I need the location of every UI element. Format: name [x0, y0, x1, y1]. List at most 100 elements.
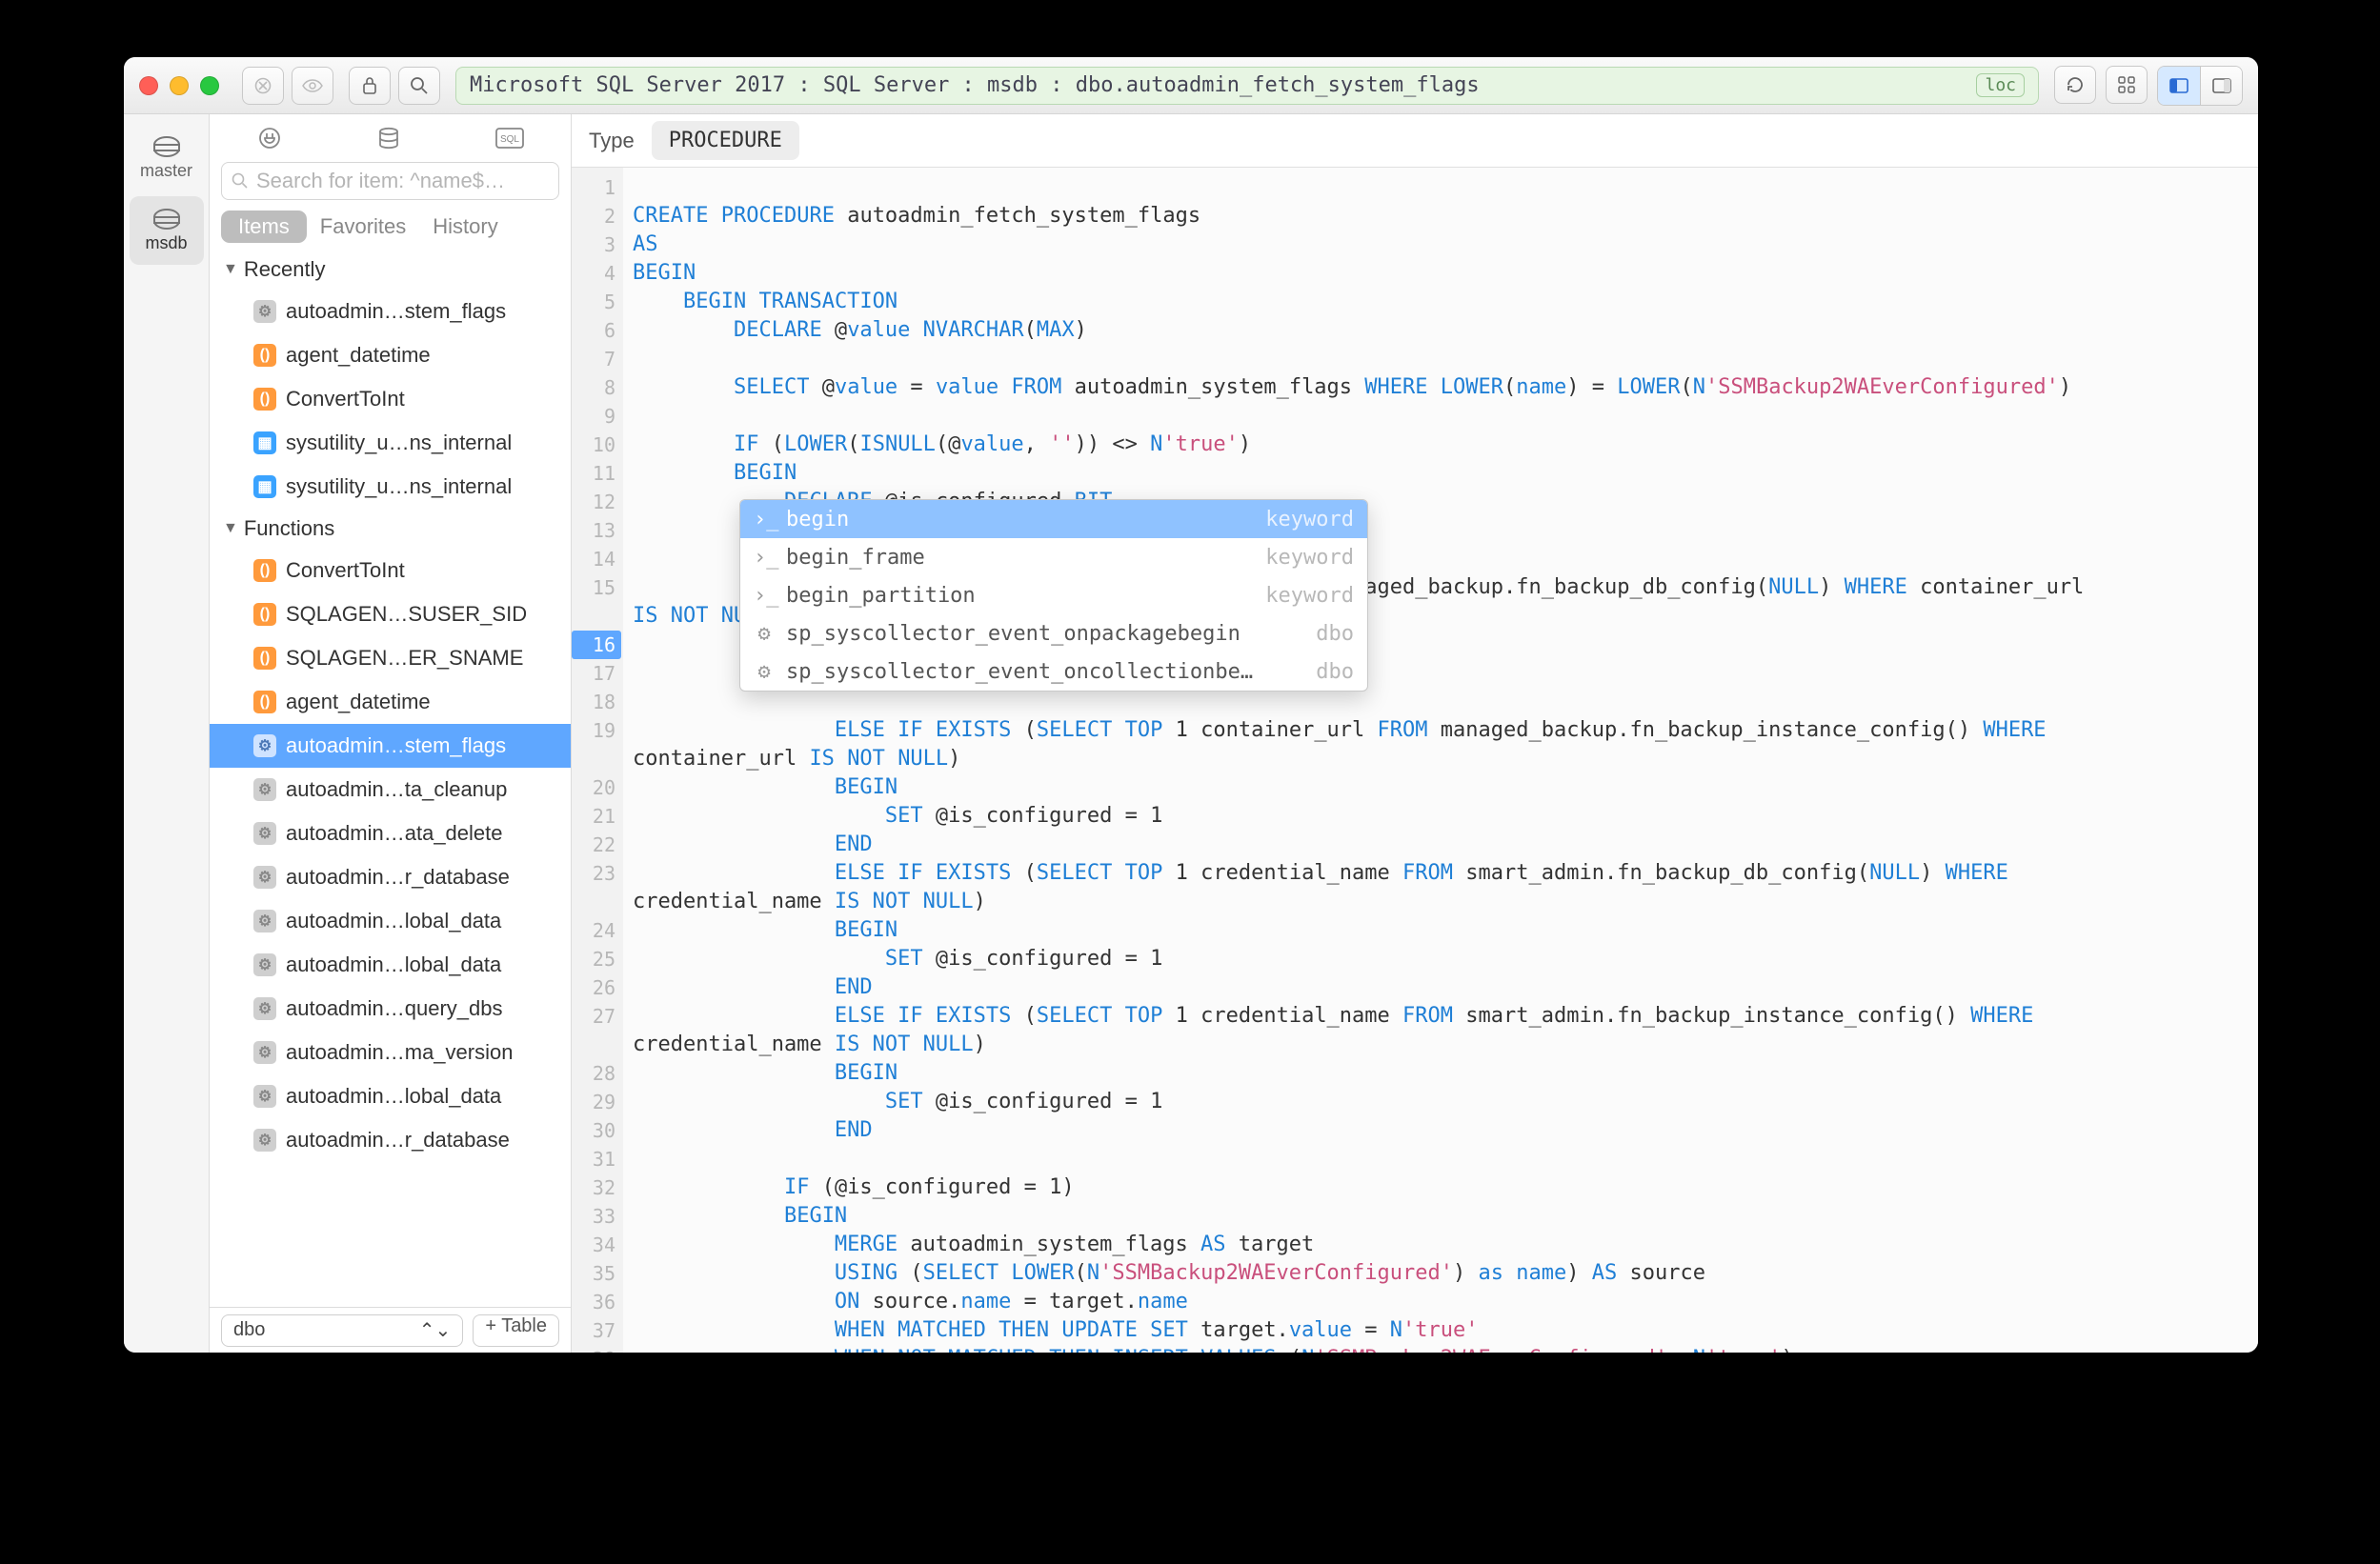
completion-item[interactable]: ›_begin_framekeyword [740, 538, 1367, 576]
tree-item[interactable]: ⚙autoadmin…ta_cleanup [210, 768, 571, 812]
completion-label: begin [786, 508, 849, 531]
completion-item[interactable]: ›_ begin keyword [740, 500, 1367, 538]
tree-item[interactable]: ▦ sysutility_u…ns_internal [210, 465, 571, 509]
search-placeholder: Search for item: ^name$… [256, 169, 505, 193]
db-label: master [140, 161, 192, 181]
code-editor[interactable]: 123456789101112131415 16171819 20212223 … [572, 168, 2258, 1353]
tree-item[interactable]: ⚙autoadmin…stem_flags [210, 290, 571, 333]
tree-item[interactable]: () agent_datetime [210, 333, 571, 377]
autocomplete-popup[interactable]: ›_beginkeyword›_begin_framekeyword›_begi… [739, 499, 1368, 692]
procedure-icon: ⚙ [253, 822, 276, 845]
tree-item-label: agent_datetime [286, 343, 431, 368]
app-window: Microsoft SQL Server 2017 : SQL Server :… [124, 57, 2258, 1353]
db-master[interactable]: master [130, 124, 204, 192]
completion-item[interactable]: ›_begin_partitionkeyword [740, 576, 1367, 614]
procedure-icon: ⚙ [253, 953, 276, 976]
completion-label: begin_partition [786, 584, 976, 608]
function-icon: () [253, 344, 276, 367]
procedure-icon: ⚙ [253, 997, 276, 1020]
function-icon: () [253, 559, 276, 582]
completion-kind: keyword [1265, 508, 1354, 531]
completion-item[interactable]: ⚙sp_syscollector_event_onpackagebegindbo [740, 614, 1367, 652]
tree-item-label: autoadmin…stem_flags [286, 299, 506, 324]
tree-section-functions[interactable]: ▼Functions [210, 509, 571, 549]
tree-item[interactable]: ⚙autoadmin…lobal_data [210, 899, 571, 943]
sql-icon[interactable]: SQL [495, 128, 524, 149]
add-table-button[interactable]: + Table [473, 1314, 559, 1347]
nav-bottom-bar: dbo ⌃⌄ + Table [210, 1307, 571, 1353]
panel-left-toggle[interactable] [2158, 67, 2200, 105]
window-controls [139, 76, 227, 95]
database-icon[interactable] [376, 126, 401, 150]
tree-item[interactable]: ⚙autoadmin…r_database [210, 855, 571, 899]
tree-item[interactable]: ⚙autoadmin…ma_version [210, 1031, 571, 1074]
disclosure-triangle-icon: ▼ [223, 520, 238, 537]
search-button[interactable] [398, 67, 440, 105]
tree-item-label: autoadmin…ma_version [286, 1040, 513, 1065]
tree-item[interactable]: ⚙autoadmin…lobal_data [210, 1074, 571, 1118]
tree-item-label: sysutility_u…ns_internal [286, 431, 512, 455]
completion-item[interactable]: ⚙sp_syscollector_event_oncollectionbe…db… [740, 652, 1367, 691]
object-tree: ▼Recently⚙autoadmin…stem_flags()agent_da… [210, 246, 571, 1307]
code-area[interactable]: CREATE PROCEDURE autoadmin_fetch_system_… [623, 168, 2258, 1353]
tree-item[interactable]: ()SQLAGEN…ER_SNAME [210, 636, 571, 680]
completion-kind: keyword [1265, 584, 1354, 608]
main-panel: Type PROCEDURE 123456789101112131415 161… [572, 114, 2258, 1353]
location-badge: loc [1976, 73, 2025, 97]
line-gutter: 123456789101112131415 16171819 20212223 … [572, 168, 623, 1353]
tree-item[interactable]: () ConvertToInt [210, 377, 571, 421]
grid-button[interactable] [2106, 66, 2148, 104]
tree-section-recently[interactable]: ▼Recently [210, 250, 571, 290]
schema-select[interactable]: dbo ⌃⌄ [221, 1314, 463, 1347]
minimize-window-button[interactable] [170, 76, 189, 95]
procedure-icon: ⚙ [253, 910, 276, 932]
close-window-button[interactable] [139, 76, 158, 95]
tree-item[interactable]: ()agent_datetime [210, 680, 571, 724]
tree-item[interactable]: ⚙ autoadmin…lobal_data [210, 943, 571, 987]
search-input[interactable]: Search for item: ^name$… [221, 162, 559, 200]
tree-item[interactable]: ⚙autoadmin…stem_flags [210, 724, 571, 768]
function-icon: () [253, 647, 276, 670]
chevron-updown-icon: ⌃⌄ [419, 1318, 452, 1342]
plug-icon[interactable] [257, 126, 282, 150]
panel-right-toggle[interactable] [2200, 67, 2242, 105]
tree-item-label: autoadmin…lobal_data [286, 952, 501, 977]
lock-button[interactable] [349, 67, 391, 105]
tree-item-label: sysutility_u…ns_internal [286, 474, 512, 499]
procedure-icon: ⚙ [253, 866, 276, 889]
completion-kind-icon: ›_ [754, 546, 775, 570]
nav-mode-icons: SQL [210, 114, 571, 162]
tree-item[interactable]: ⚙autoadmin…query_dbs [210, 987, 571, 1031]
completion-kind-icon: ⚙ [754, 660, 775, 684]
preview-button[interactable] [292, 67, 333, 105]
panel-toggle-segment [2157, 66, 2243, 106]
database-icon [153, 209, 180, 230]
function-icon: () [253, 603, 276, 626]
nav-tabs: Items Favorites History [210, 208, 571, 246]
function-icon: () [253, 388, 276, 411]
tree-item-label: autoadmin…ta_cleanup [286, 777, 507, 802]
stop-button[interactable] [242, 67, 284, 105]
table-icon: ▦ [253, 431, 276, 454]
tree-item[interactable]: ▦ sysutility_u…ns_internal [210, 421, 571, 465]
database-icon [153, 136, 180, 157]
completion-kind: dbo [1316, 660, 1354, 684]
tree-item[interactable]: ⚙autoadmin…r_database [210, 1118, 571, 1162]
breadcrumb-bar[interactable]: Microsoft SQL Server 2017 : SQL Server :… [455, 67, 2039, 105]
refresh-button[interactable] [2054, 66, 2096, 104]
tree-item[interactable]: ⚙autoadmin…ata_delete [210, 812, 571, 855]
nav-tab-favorites[interactable]: Favorites [307, 211, 419, 243]
tree-item[interactable]: ()ConvertToInt [210, 549, 571, 592]
completion-kind-icon: ›_ [754, 508, 775, 531]
tree-item-label: ConvertToInt [286, 387, 405, 411]
db-msdb[interactable]: msdb [130, 196, 204, 265]
zoom-window-button[interactable] [200, 76, 219, 95]
tree-item-label: autoadmin…stem_flags [286, 733, 506, 758]
procedure-icon: ⚙ [253, 1129, 276, 1152]
tree-item[interactable]: ()SQLAGEN…SUSER_SID [210, 592, 571, 636]
nav-tab-items[interactable]: Items [221, 211, 307, 243]
breadcrumb-text: Microsoft SQL Server 2017 : SQL Server :… [470, 73, 1480, 97]
type-value: PROCEDURE [652, 121, 799, 160]
table-icon: ▦ [253, 475, 276, 498]
nav-tab-history[interactable]: History [419, 211, 511, 243]
